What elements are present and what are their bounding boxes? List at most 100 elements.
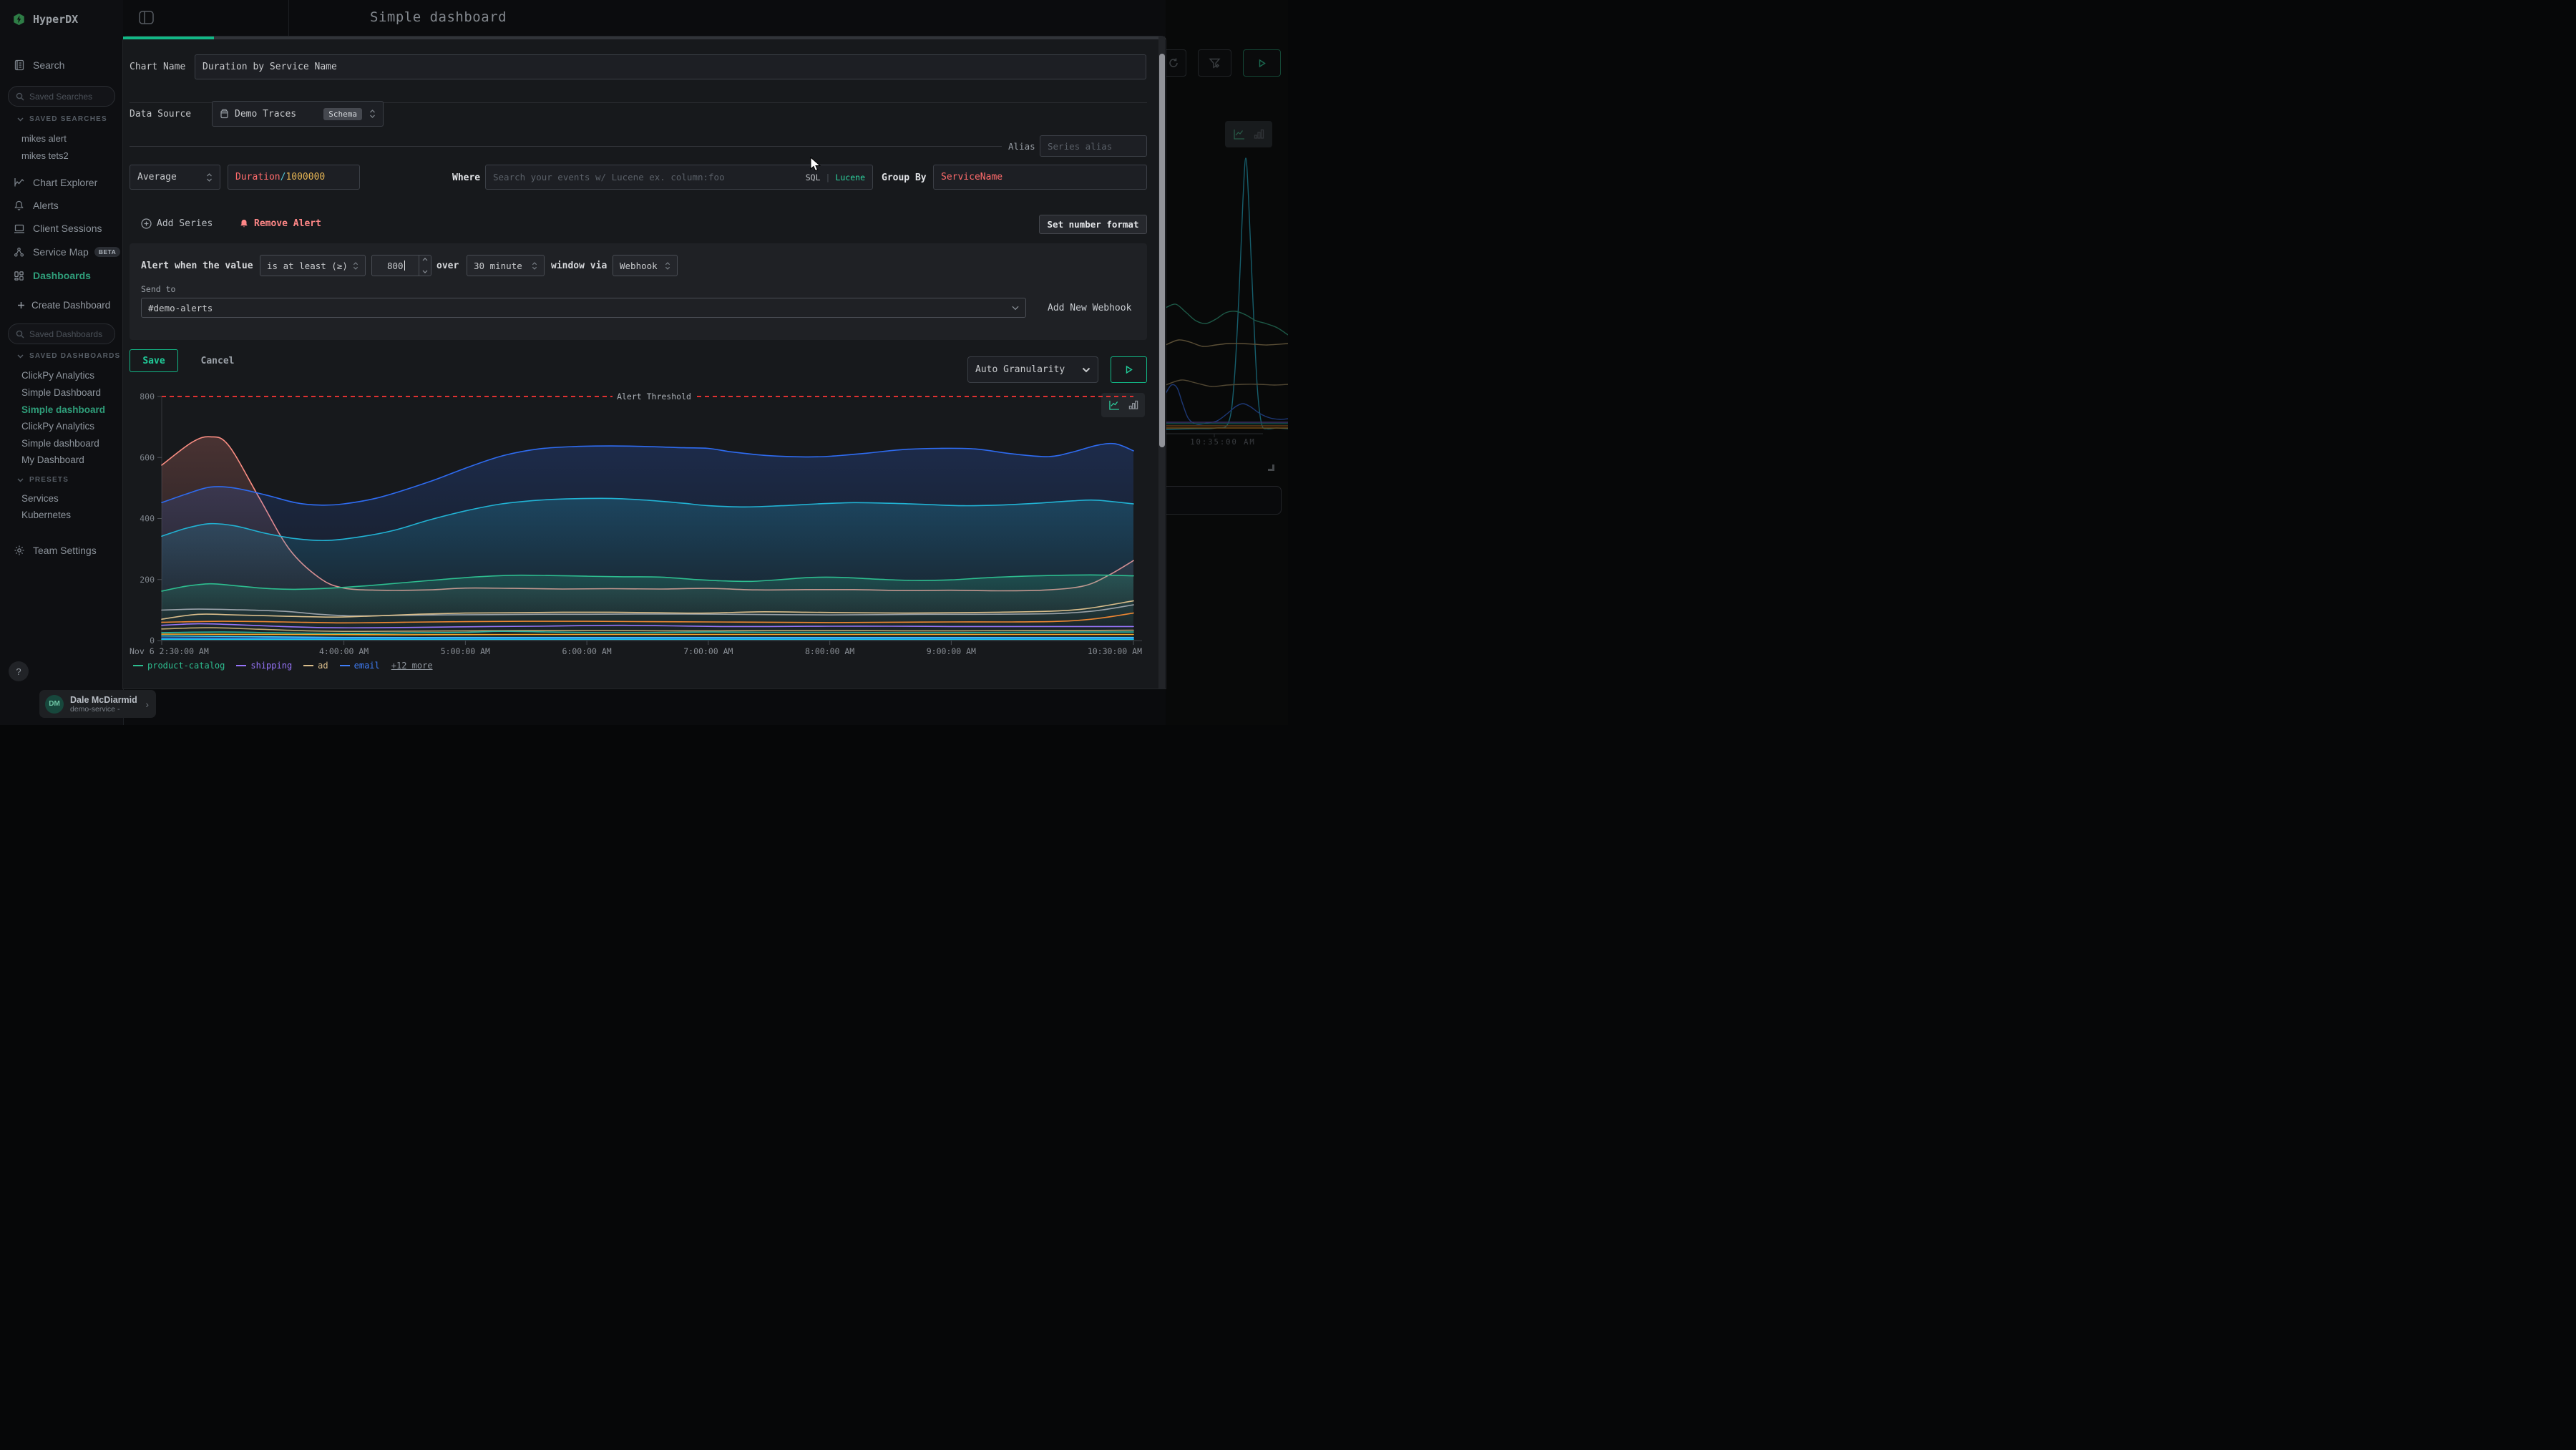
refresh-icon [1168,57,1179,69]
section-presets[interactable]: PRESETS [17,476,69,484]
webhook-select[interactable]: #demo-alerts [141,298,1026,318]
sidebar-item-team-settings[interactable]: Team Settings [0,542,123,558]
hyperdx-logo-icon [13,12,25,26]
chevron-updown-icon [353,261,358,271]
cancel-button[interactable]: Cancel [197,349,238,372]
sidebar-item-client-sessions[interactable]: Client Sessions [0,220,123,236]
header-divider [288,0,289,37]
sidebar-item-label: Client Sessions [33,223,102,234]
add-series-button[interactable]: Add Series [141,218,213,229]
dashboard-item[interactable]: ClickPy Analytics [21,421,94,432]
legend-item[interactable]: email [340,661,380,671]
sidebar-collapse-button[interactable] [138,9,155,29]
brand-name: HyperDX [33,13,78,26]
create-dashboard-button[interactable]: Create Dashboard [0,297,123,313]
saved-search-item[interactable]: mikes tets2 [21,150,69,161]
svg-text:400: 400 [140,514,155,524]
dashboard-item[interactable]: Simple dashboard [21,438,99,449]
chart-name-input[interactable]: Duration by Service Name [195,54,1146,79]
run-query-button[interactable] [1243,49,1281,77]
brand[interactable]: HyperDX [0,11,123,28]
alert-threshold-input[interactable]: 800 [371,255,431,276]
granularity-value: Auto Granularity [975,364,1065,375]
legend-item[interactable]: ad [303,661,328,671]
saved-searches-input[interactable]: Saved Searches [8,86,115,107]
field-expression-input[interactable]: Duration/1000000 [228,165,360,190]
add-series-label: Add Series [157,218,213,229]
sidebar-item-label: Chart Explorer [33,177,97,188]
resize-handle-icon[interactable] [1268,462,1275,475]
saved-search-item[interactable]: mikes alert [21,133,67,144]
aggregation-select[interactable]: Average [130,165,220,190]
beta-badge: BETA [94,247,121,257]
dashboard-item[interactable]: My Dashboard [21,454,84,465]
section-saved-dashboards[interactable]: SAVED DASHBOARDS [17,352,120,360]
preset-item[interactable]: Kubernetes [21,510,71,520]
set-number-format-button[interactable]: Set number format [1039,215,1147,234]
alert-window-select[interactable]: 30 minute [467,255,545,276]
chevron-down-icon [17,354,24,359]
help-button[interactable]: ? [9,661,29,681]
sidebar-item-alerts[interactable]: Alerts [0,198,123,213]
svg-text:10:30:00 AM: 10:30:00 AM [1088,646,1142,656]
add-new-webhook-link[interactable]: Add New Webhook [1048,303,1131,313]
alert-config-panel: Alert when the value is at least (≥) 800… [130,243,1147,340]
plus-icon [17,301,25,309]
create-dashboard-label: Create Dashboard [31,300,110,311]
preset-item[interactable]: Services [21,493,59,504]
page-title: Simple dashboard [370,9,507,25]
user-menu[interactable]: DM Dale McDiarmid demo-service - › [39,690,156,718]
sidebar-item-dashboards[interactable]: Dashboards [0,268,123,283]
background-mini-chart [1166,143,1288,451]
legend-item[interactable]: product-catalog [133,661,225,671]
where-label: Where [452,172,480,183]
alert-condition-select[interactable]: is at least (≥) [260,255,366,276]
scrollbar-thumb[interactable] [1159,54,1165,447]
section-label: SAVED DASHBOARDS [29,352,120,360]
chart-name-label: Chart Name [130,62,185,72]
lucene-toggle[interactable]: Lucene [835,172,865,183]
spinner-up-icon[interactable] [422,258,428,261]
legend-more-link[interactable]: +12 more [391,661,433,671]
svg-text:Alert Threshold: Alert Threshold [617,391,691,402]
filter-button[interactable] [1198,49,1231,77]
bell-icon [13,200,25,211]
sidebar-item-search[interactable]: Search [0,57,123,74]
group-by-input[interactable]: ServiceName [933,165,1147,190]
sidebar-item-label: Alerts [33,200,59,211]
section-saved-searches[interactable]: SAVED SEARCHES [17,115,107,123]
search-icon [16,330,24,339]
dashboards-grid-icon [13,271,25,281]
play-icon [1124,365,1133,374]
sidebar-item-label: Search [33,59,64,71]
mouse-cursor [810,157,822,176]
chevron-updown-icon [665,261,670,271]
text-caret [404,261,405,271]
number-spinner[interactable] [419,256,431,276]
legend-item[interactable]: shipping [236,661,292,671]
data-source-select[interactable]: Demo Traces Schema [212,101,384,127]
save-button[interactable]: Save [130,349,178,372]
saved-searches-placeholder: Saved Searches [29,92,92,102]
svg-text:8:00:00 AM: 8:00:00 AM [805,646,854,656]
saved-dashboards-input[interactable]: Saved Dashboards [8,323,115,344]
search-icon [16,92,24,101]
dashboard-item-active[interactable]: Simple dashboard [21,404,105,415]
spinner-down-icon[interactable] [422,270,428,273]
database-icon [220,109,229,119]
series-alias-input[interactable]: Series alias [1040,135,1147,157]
progress-fill [123,37,214,39]
granularity-select[interactable]: Auto Granularity [967,356,1098,383]
remove-alert-button[interactable]: Remove Alert [239,218,321,229]
alert-channel-value: Webhook [620,261,658,271]
panel-scrollbar[interactable] [1158,37,1165,688]
progress-track [123,37,1166,39]
sidebar-item-service-map[interactable]: Service Map BETA [0,244,123,260]
alert-channel-select[interactable]: Webhook [613,255,678,276]
sidebar-item-chart-explorer[interactable]: Chart Explorer [0,175,123,190]
data-source-label: Data Source [130,109,191,120]
dashboard-item[interactable]: ClickPy Analytics [21,370,94,381]
laptop-icon [13,223,25,234]
dashboard-item[interactable]: Simple Dashboard [21,387,101,398]
run-chart-button[interactable] [1111,356,1147,383]
